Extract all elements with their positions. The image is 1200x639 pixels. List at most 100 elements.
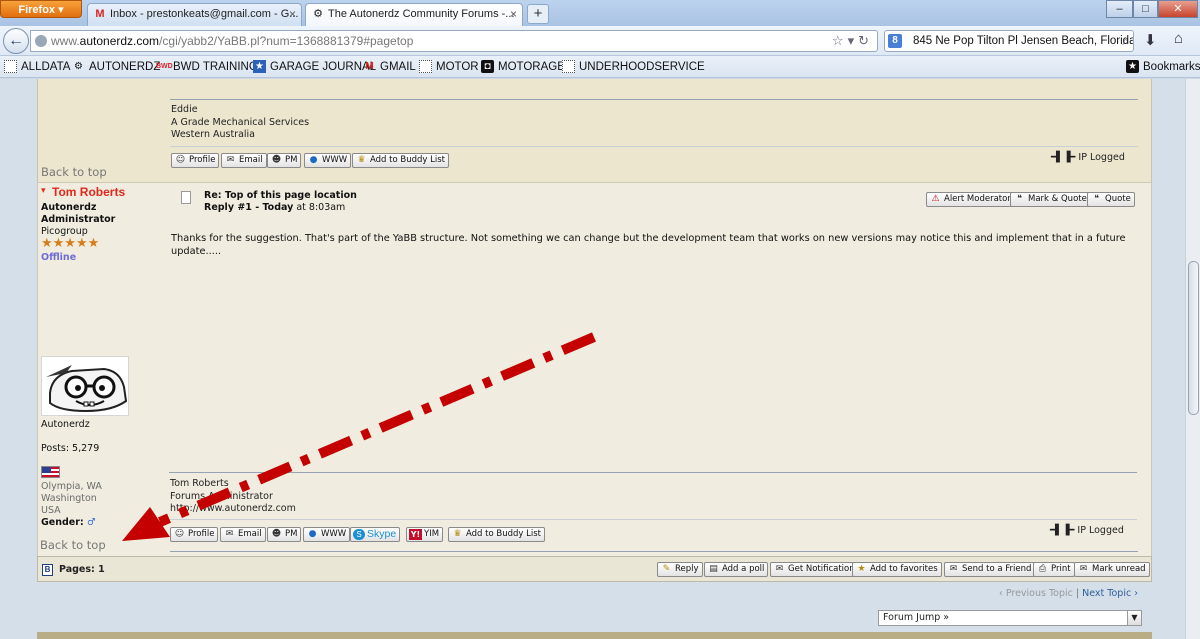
button-label: Add to Buddy List [370, 155, 445, 165]
back-to-top-link[interactable]: Back to top [41, 165, 107, 179]
mark-unread-button[interactable]: ✉ Mark unread [1074, 562, 1150, 577]
post-count: Posts: 5,279 [41, 443, 100, 454]
signature: Eddie A Grade Mechanical Services Wester… [171, 104, 310, 140]
rank-stars: ★★★★★ [41, 235, 100, 250]
dropdown-icon[interactable]: ▾ [848, 33, 859, 48]
button-label: Reply [675, 564, 699, 574]
post-body: Thanks for the suggestion. That's part o… [171, 233, 1126, 257]
profile-icon: ☺ [174, 529, 185, 539]
bookmark-motorage[interactable]: ◘ MOTORAGE [481, 59, 565, 75]
close-icon[interactable]: × [289, 4, 296, 25]
bookmark-label: MOTORAGE [498, 61, 565, 73]
tab-autonerdz[interactable]: ⚙ The Autonerdz Community Forums -... × [305, 3, 523, 26]
button-label: Mark unread [1092, 564, 1146, 574]
profile-button[interactable]: ☺ Profile [171, 153, 220, 168]
pages-label: Pages: 1 [59, 564, 105, 575]
bookmark-alldata[interactable]: ALLDATA [4, 59, 70, 75]
author-role: Administrator [41, 214, 116, 225]
add-to-favorites-button[interactable]: ★ Add to favorites [852, 562, 942, 577]
skype-button[interactable]: S Skype [350, 527, 401, 542]
page-icon [562, 60, 575, 73]
location-state: Washington [41, 493, 97, 504]
signature-divider [169, 472, 1137, 473]
forum-jump-select[interactable]: Forum Jump » ▼ [878, 610, 1142, 626]
back-button[interactable]: ← [3, 28, 29, 54]
envelope-icon: ✉ [226, 155, 235, 165]
add-to-buddy-list-button[interactable]: ♛ Add to Buddy List [448, 527, 545, 542]
previous-topic-link[interactable]: ‹ Previous Topic [999, 588, 1073, 599]
bookmark-label: GARAGE JOURNAL [270, 61, 377, 73]
add-poll-button[interactable]: ▤ Add a poll [704, 562, 769, 577]
google-icon[interactable]: 8 [888, 34, 902, 48]
ip-logged-label: IP Logged [1078, 152, 1125, 163]
home-icon[interactable]: ⌂ [1174, 30, 1183, 47]
alert-icon: ⚠ [931, 194, 940, 204]
get-notification-button[interactable]: ✉ Get Notification [770, 562, 859, 577]
vertical-scrollbar[interactable] [1185, 79, 1200, 639]
window-close-button[interactable]: ✕ [1158, 0, 1198, 18]
button-label: WWW [321, 529, 347, 539]
print-button[interactable]: ⎙ Print [1033, 562, 1075, 577]
search-input[interactable]: 8 845 Ne Pop Tilton Pl Jensen Beach, Flo… [884, 30, 1134, 52]
post-subject[interactable]: Re: Top of this page location [204, 190, 357, 201]
reply-time: at 8:03am [293, 202, 346, 213]
bookmark-motor[interactable]: MOTOR [419, 59, 479, 75]
button-label: Add to Buddy List [466, 529, 541, 539]
email-button[interactable]: ✉ Email [220, 527, 266, 542]
url-domain: autonerdz.com [79, 34, 160, 48]
quote-button[interactable]: ❝ Quote [1087, 192, 1135, 207]
tab-gmail[interactable]: M Inbox - prestonkeats@gmail.com - G... … [87, 3, 302, 26]
download-icon[interactable]: ⬇ [1144, 31, 1157, 49]
bookmark-garage-journal[interactable]: ★ GARAGE JOURNAL [253, 59, 376, 75]
email-button[interactable]: ✉ Email [221, 153, 267, 168]
yim-button[interactable]: Y! YIM [406, 527, 444, 542]
pm-button[interactable]: ☻ PM [267, 527, 302, 542]
author-name[interactable]: Tom Roberts [52, 185, 125, 199]
site-identity-icon[interactable] [35, 35, 47, 47]
collapse-arrow-icon[interactable]: ▾ [41, 185, 46, 196]
bookmark-autonerdz[interactable]: ⚙ AUTONERDZ [72, 59, 160, 75]
minimize-button[interactable]: – [1106, 0, 1133, 18]
profile-button[interactable]: ☺ Profile [170, 527, 219, 542]
bookmark-gmail[interactable]: M GMAIL [363, 59, 416, 75]
button-label: Print [1051, 564, 1071, 574]
printer-icon: ⎙ [1038, 564, 1047, 574]
page-icon [4, 60, 17, 73]
pm-button[interactable]: ☻ PM [267, 153, 302, 168]
ip-logged-label: IP Logged [1077, 525, 1124, 536]
mark-and-quote-button[interactable]: ❝ Mark & Quote [1010, 192, 1091, 207]
globe-icon: ● [308, 529, 317, 539]
close-icon[interactable]: × [510, 4, 517, 25]
next-topic-link[interactable]: Next Topic › [1082, 588, 1138, 599]
avatar[interactable] [41, 356, 129, 416]
button-label: Profile [189, 155, 216, 165]
bookmarks-menu-button[interactable]: ★ Bookmarks [1126, 59, 1200, 75]
www-button[interactable]: ● WWW [303, 527, 351, 542]
bookmark-star-icon[interactable]: ☆ [832, 33, 848, 48]
dropdown-arrow-icon[interactable]: ▼ [1127, 611, 1141, 625]
male-icon: ♂ [87, 517, 96, 528]
new-tab-button[interactable]: + [527, 4, 549, 24]
www-button[interactable]: ● WWW [304, 153, 352, 168]
bookmark-label: MOTOR [436, 61, 479, 73]
bookmark-label: GMAIL [380, 61, 416, 73]
reply-button[interactable]: ✎ Reply [657, 562, 703, 577]
bookmarks-icon: ★ [1126, 60, 1139, 73]
firefox-menu-button[interactable]: Firefox ▾ [0, 0, 82, 18]
search-icon[interactable]: ⌕ [1122, 31, 1129, 51]
alert-moderator-button[interactable]: ⚠ Alert Moderator [926, 192, 1015, 207]
add-to-buddy-list-button[interactable]: ♛ Add to Buddy List [352, 153, 449, 168]
plug-icon: ━▌▐━ [1051, 152, 1075, 163]
url-bar[interactable]: www.autonerdz.com/cgi/yabb2/YaBB.pl?num=… [30, 30, 878, 52]
bookmark-bwd-training[interactable]: BWD BWD TRAINING [156, 59, 258, 75]
send-to-friend-button[interactable]: ✉ Send to a Friend [944, 562, 1036, 577]
globe-icon: ● [309, 155, 318, 165]
notification-icon: ✉ [775, 564, 784, 574]
scrollbar-thumb[interactable] [1188, 261, 1199, 415]
url-path: /cgi/yabb2/YaBB.pl?num=1368881379#pageto… [159, 34, 414, 48]
online-status: Offline [41, 252, 77, 263]
maximize-button[interactable]: □ [1133, 0, 1158, 18]
bookmark-underhoodservice[interactable]: UNDERHOODSERVICE [562, 59, 705, 75]
back-to-top-link[interactable]: Back to top [40, 538, 106, 552]
reload-icon[interactable]: ↻ [858, 33, 873, 48]
